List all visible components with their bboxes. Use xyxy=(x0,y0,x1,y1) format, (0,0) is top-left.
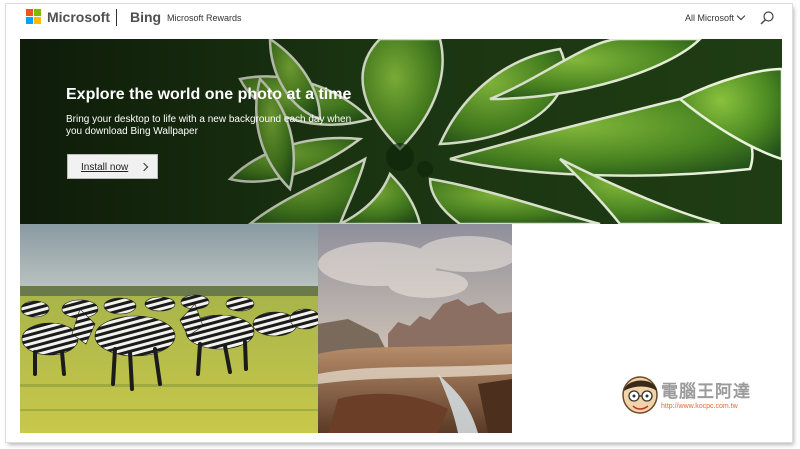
hero-description: Bring your desktop to life with a new ba… xyxy=(66,114,352,137)
zebras-grassland-photo xyxy=(20,224,318,433)
canyon-waterfall-photo xyxy=(318,224,512,433)
mascot-face-icon xyxy=(622,376,658,414)
bing-brand[interactable]: Bing xyxy=(130,9,161,25)
canyon-photo-tile[interactable] xyxy=(318,224,512,433)
browser-page: Microsoft Bing Microsoft Rewards All Mic… xyxy=(6,4,792,442)
microsoft-brand[interactable]: Microsoft xyxy=(47,9,110,25)
site-watermark: 電腦王阿達 http://www.kocpc.com.tw xyxy=(619,373,789,423)
microsoft-logo-icon[interactable] xyxy=(26,9,42,25)
zebra-photo-tile[interactable] xyxy=(20,224,318,433)
header-divider xyxy=(116,9,117,26)
install-now-button[interactable]: Install now xyxy=(67,154,158,179)
all-microsoft-label: All Microsoft xyxy=(685,13,735,23)
watermark-text: 電腦王阿達 xyxy=(661,382,751,401)
chevron-down-icon xyxy=(736,11,746,21)
chevron-right-icon xyxy=(139,162,149,172)
install-now-label: Install now xyxy=(81,162,129,173)
microsoft-rewards-link[interactable]: Microsoft Rewards xyxy=(167,13,242,23)
watermark-url: http://www.kocpc.com.tw xyxy=(661,403,738,410)
hero-title: Explore the world one photo at a time xyxy=(66,86,352,103)
search-icon[interactable] xyxy=(759,10,775,26)
site-header: Microsoft Bing Microsoft Rewards All Mic… xyxy=(6,4,792,40)
hero-banner: Explore the world one photo at a time Br… xyxy=(20,39,782,224)
all-microsoft-menu[interactable]: All Microsoft xyxy=(685,11,746,23)
